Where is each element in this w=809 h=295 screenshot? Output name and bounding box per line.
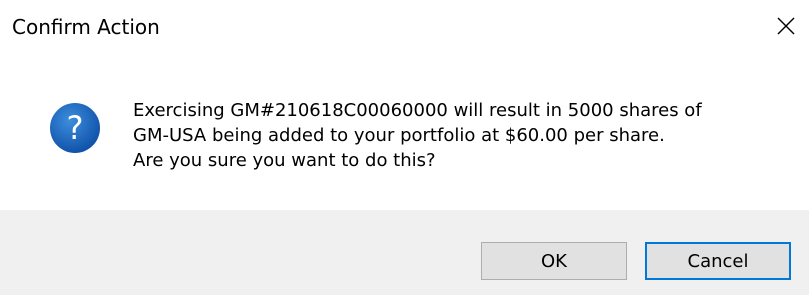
dialog-content: ? Exercising GM#210618C00060000 will res… bbox=[0, 60, 809, 210]
button-bar: OK Cancel bbox=[0, 210, 809, 295]
ok-button[interactable]: OK bbox=[481, 242, 627, 280]
question-icon: ? bbox=[50, 103, 100, 153]
close-icon bbox=[777, 17, 795, 35]
close-button[interactable] bbox=[763, 0, 809, 52]
message-line: GM-USA being added to your portfolio at … bbox=[133, 125, 665, 146]
message-line: Exercising GM#210618C00060000 will resul… bbox=[133, 100, 702, 121]
cancel-button[interactable]: Cancel bbox=[645, 242, 791, 280]
confirmation-message: Exercising GM#210618C00060000 will resul… bbox=[133, 98, 793, 173]
window-title: Confirm Action bbox=[12, 15, 160, 39]
question-glyph: ? bbox=[67, 109, 84, 147]
confirm-action-dialog: Confirm Action ? Exercising GM#210618C00… bbox=[0, 0, 809, 295]
message-line: Are you sure you want to do this? bbox=[133, 150, 436, 171]
title-bar: Confirm Action bbox=[0, 0, 809, 60]
